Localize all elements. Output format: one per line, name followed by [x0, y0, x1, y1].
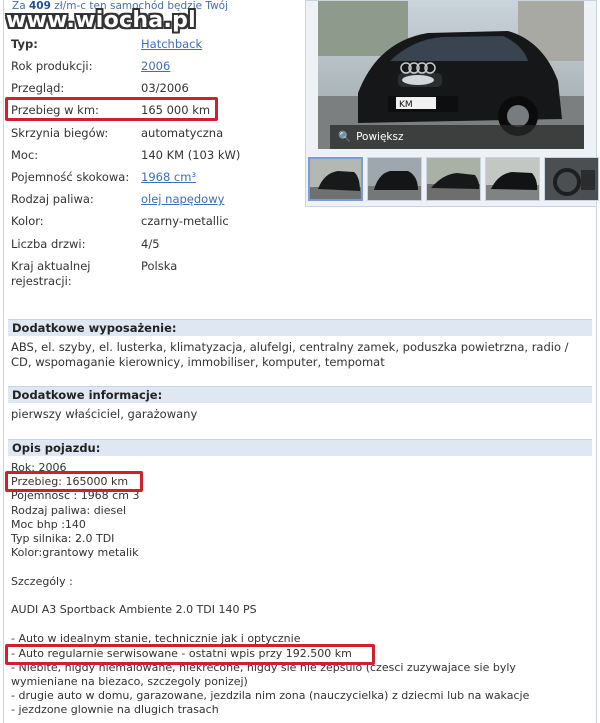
mileage-highlight	[5, 97, 218, 121]
thumbnail-2[interactable]	[367, 157, 422, 201]
description-line: - drugie auto w domu, garazowane, jezdzi…	[11, 689, 530, 702]
svg-text:KM: KM	[399, 100, 413, 110]
section-info-text: pierwszy właściciel, garażowany	[11, 407, 198, 421]
car-thumbnail-icon	[368, 158, 421, 200]
spec-label: Liczba drzwi:	[11, 237, 86, 251]
spec-value: 03/2006	[141, 81, 189, 95]
description-line: Kolor:grantowy metalik	[11, 546, 139, 559]
description-line: Typ silnika: 2.0 TDI	[11, 532, 115, 545]
spec-value-link[interactable]: 1968 cm³	[141, 170, 196, 185]
spec-label: Typ:	[11, 37, 38, 51]
description-line: Rodzaj paliwa: diesel	[11, 504, 127, 517]
spec-label: Rodzaj paliwa:	[11, 192, 94, 206]
section-equipment-text: ABS, el. szyby, el. lusterka, klimatyzac…	[11, 340, 569, 369]
main-photo[interactable]: KM 🔍 Powiększ	[318, 1, 584, 149]
interior-thumbnail-icon	[545, 158, 598, 200]
description-line: Moc bhp :140	[11, 518, 86, 531]
spec-label: Pojemność skokowa:	[11, 170, 130, 184]
spec-value: Polska	[141, 259, 178, 273]
description-line: Szczególy :	[11, 575, 73, 588]
service-record-highlight	[5, 644, 375, 665]
spec-label: Kraj aktualnej rejestracji:	[11, 259, 91, 288]
spec-value-link[interactable]: olej napędowy	[141, 192, 224, 207]
description-line: - jezdzone glownie na dlugich trasach	[11, 703, 219, 716]
spec-label: Kolor:	[11, 214, 44, 228]
spec-label: Skrzynia biegów:	[11, 126, 109, 140]
section-equipment-header: Dodatkowe wyposażenie:	[8, 319, 592, 336]
thumbnail-4[interactable]	[485, 157, 540, 201]
spec-value: czarny-metallic	[141, 214, 229, 228]
spec-value-link[interactable]: Hatchback	[141, 37, 202, 52]
spec-value: 140 KM (103 kW)	[141, 148, 241, 162]
thumbnail-strip	[308, 157, 599, 203]
thumbnail-1[interactable]	[308, 157, 363, 201]
section-info-header: Dodatkowe informacje:	[8, 386, 592, 403]
zoom-button[interactable]: 🔍 Powiększ	[330, 125, 584, 149]
section-description-header: Opis pojazdu:	[8, 439, 592, 456]
spec-value-link[interactable]: 2006	[141, 59, 170, 74]
description-line: AUDI A3 Sportback Ambiente 2.0 TDI 140 P…	[11, 603, 257, 616]
car-thumbnail-icon	[427, 158, 480, 200]
zoom-label: Powiększ	[356, 131, 404, 143]
description-mileage-highlight	[5, 471, 143, 492]
description-line: wymieniane na biezaco, szczegoly ponizej…	[11, 675, 248, 688]
spec-label: Przegląd:	[11, 81, 65, 95]
spec-value: 4/5	[141, 237, 160, 251]
thumbnail-3[interactable]	[426, 157, 481, 201]
thumbnail-5[interactable]	[544, 157, 599, 201]
spec-label: Rok produkcji:	[11, 59, 93, 73]
car-thumbnail-icon	[310, 159, 361, 199]
site-watermark: www.wiocha.pl	[6, 8, 196, 33]
spec-label: Moc:	[11, 148, 39, 162]
magnifier-icon: 🔍	[338, 131, 352, 143]
car-thumbnail-icon	[486, 158, 539, 200]
spec-value: automatyczna	[141, 126, 224, 140]
photo-gallery: KM 🔍 Powiększ	[305, 0, 599, 207]
